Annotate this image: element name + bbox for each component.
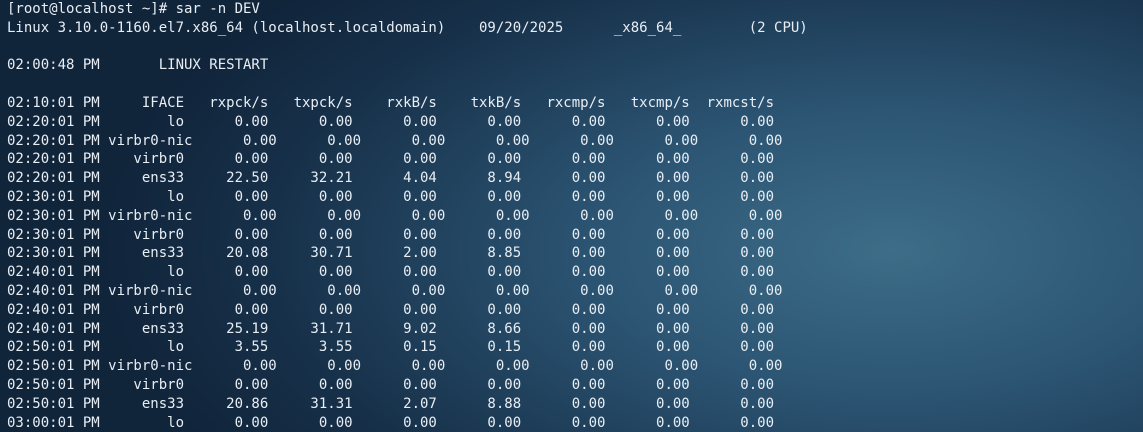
- table-row: 02:20:01 PM lo 0.00 0.00 0.00 0.00 0.00 …: [7, 113, 775, 130]
- table-row: 02:30:01 PM virbr0 0.00 0.00 0.00 0.00 0…: [7, 226, 775, 243]
- system-info-line: Linux 3.10.0-1160.el7.x86_64 (localhost.…: [7, 19, 808, 36]
- table-row: 02:50:01 PM virbr0-nic 0.00 0.00 0.00 0.…: [7, 358, 783, 375]
- table-row: 02:40:01 PM ens33 25.19 31.71 9.02 8.66 …: [7, 320, 775, 337]
- table-row: 02:30:01 PM lo 0.00 0.00 0.00 0.00 0.00 …: [7, 188, 775, 205]
- table-row: 02:20:01 PM ens33 22.50 32.21 4.04 8.94 …: [7, 170, 775, 187]
- table-row: 02:30:01 PM virbr0-nic 0.00 0.00 0.00 0.…: [7, 207, 783, 224]
- prompt-line: [root@localhost ~]# sar -n DEV: [7, 1, 260, 17]
- table-row: 02:20:01 PM virbr0-nic 0.00 0.00 0.00 0.…: [7, 132, 783, 149]
- restart-line: 02:00:48 PM LINUX RESTART: [7, 57, 269, 74]
- table-row: 03:00:01 PM lo 0.00 0.00 0.00 0.00 0.00 …: [7, 414, 775, 431]
- table-row: 02:50:01 PM ens33 20.86 31.31 2.07 8.88 …: [7, 395, 775, 412]
- terminal-window[interactable]: [root@localhost ~]# sar -n DEV Linux 3.1…: [0, 0, 1143, 432]
- table-row: 02:40:01 PM virbr0-nic 0.00 0.00 0.00 0.…: [7, 282, 783, 299]
- table-header-line: 02:10:01 PM IFACE rxpck/s txpck/s rxkB/s…: [7, 94, 775, 111]
- table-row: 02:40:01 PM virbr0 0.00 0.00 0.00 0.00 0…: [7, 301, 775, 318]
- table-row: 02:50:01 PM lo 3.55 3.55 0.15 0.15 0.00 …: [7, 339, 775, 356]
- table-row: 02:40:01 PM lo 0.00 0.00 0.00 0.00 0.00 …: [7, 264, 775, 281]
- table-row: 02:20:01 PM virbr0 0.00 0.00 0.00 0.00 0…: [7, 151, 775, 168]
- table-row: 02:30:01 PM ens33 20.08 30.71 2.00 8.85 …: [7, 245, 775, 262]
- table-row: 02:50:01 PM virbr0 0.00 0.00 0.00 0.00 0…: [7, 376, 775, 393]
